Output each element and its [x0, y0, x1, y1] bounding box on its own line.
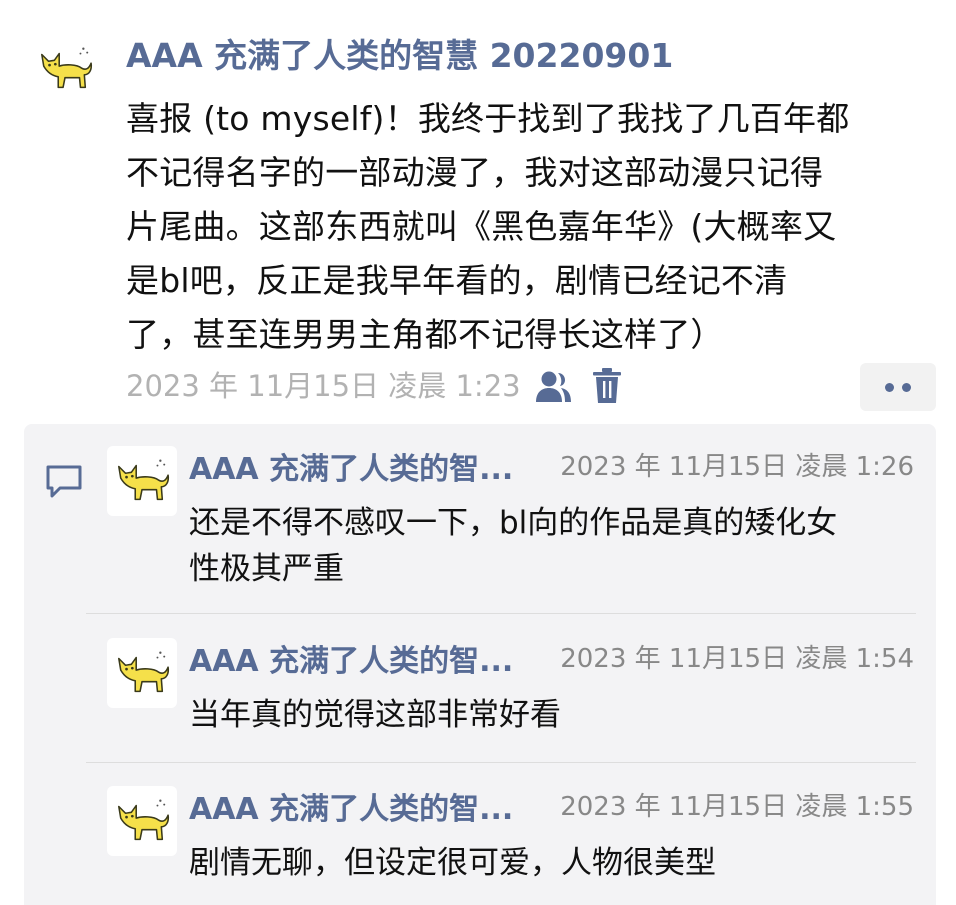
comment-text: 当年真的觉得这部非常好看 [189, 692, 929, 738]
more-dot [902, 382, 911, 392]
comment-avatar[interactable] [107, 638, 177, 708]
trash-icon[interactable] [592, 368, 622, 404]
comment-text: 还是不得不感叹一下，bl向的作品是真的矮化女 性极其严重 [189, 500, 929, 592]
comment-text-line: 还是不得不感叹一下，bl向的作品是真的矮化女 [189, 505, 838, 541]
post-author-name[interactable]: AAA 充满了人类的智慧 20220901 [126, 34, 673, 78]
post-timestamp: 2023 年 11月15日 凌晨 1:23 [126, 369, 521, 403]
cat-avatar-icon [118, 799, 170, 841]
cat-avatar-icon [118, 459, 170, 501]
comment-text-line: 当年真的觉得这部非常好看 [189, 697, 561, 733]
comment-author-name[interactable]: AAA 充满了人类的智... [189, 450, 513, 490]
comment-author-name[interactable]: AAA 充满了人类的智... [189, 642, 513, 682]
comment-divider [86, 613, 916, 614]
post-avatar[interactable] [30, 34, 100, 104]
comment-icon [46, 465, 82, 498]
friends-visibility-icon[interactable] [534, 370, 574, 404]
post-text-line: 不记得名字的一部动漫了，我对这部动漫只记得 [126, 153, 824, 192]
comment-timestamp: 2023 年 11月15日 凌晨 1:54 [560, 644, 914, 674]
more-dot [885, 382, 894, 392]
moments-post-page: AAA 充满了人类的智慧 20220901 喜报 (to myself)！我终于… [0, 0, 956, 905]
comment-divider [86, 762, 916, 763]
comment-text-line: 剧情无聊，但设定很可爱，人物很美型 [189, 845, 716, 881]
post-text: 喜报 (to myself)！我终于找到了我找了几百年都 不记得名字的一部动漫了… [126, 92, 946, 362]
comment-timestamp: 2023 年 11月15日 凌晨 1:55 [560, 792, 914, 822]
post-text-line: 是bl吧，反正是我早年看的，剧情已经记不清 [126, 261, 788, 300]
post-text-line: 喜报 (to myself)！我终于找到了我找了几百年都 [126, 99, 850, 138]
comment-text: 剧情无聊，但设定很可爱，人物很美型 [189, 840, 929, 886]
cat-avatar-icon [41, 47, 93, 89]
comment-timestamp: 2023 年 11月15日 凌晨 1:26 [560, 452, 914, 482]
post-text-line: 了，甚至连男男主角都不记得长这样了） [126, 315, 724, 354]
more-dots-icon[interactable] [860, 363, 936, 411]
cat-avatar-icon [118, 651, 170, 693]
post-text-line: 片尾曲。这部东西就叫《黑色嘉年华》(大概率又 [126, 207, 837, 246]
comment-avatar[interactable] [107, 446, 177, 516]
comment-text-line: 性极其严重 [189, 551, 344, 587]
comment-author-name[interactable]: AAA 充满了人类的智... [189, 790, 513, 830]
comment-avatar[interactable] [107, 786, 177, 856]
